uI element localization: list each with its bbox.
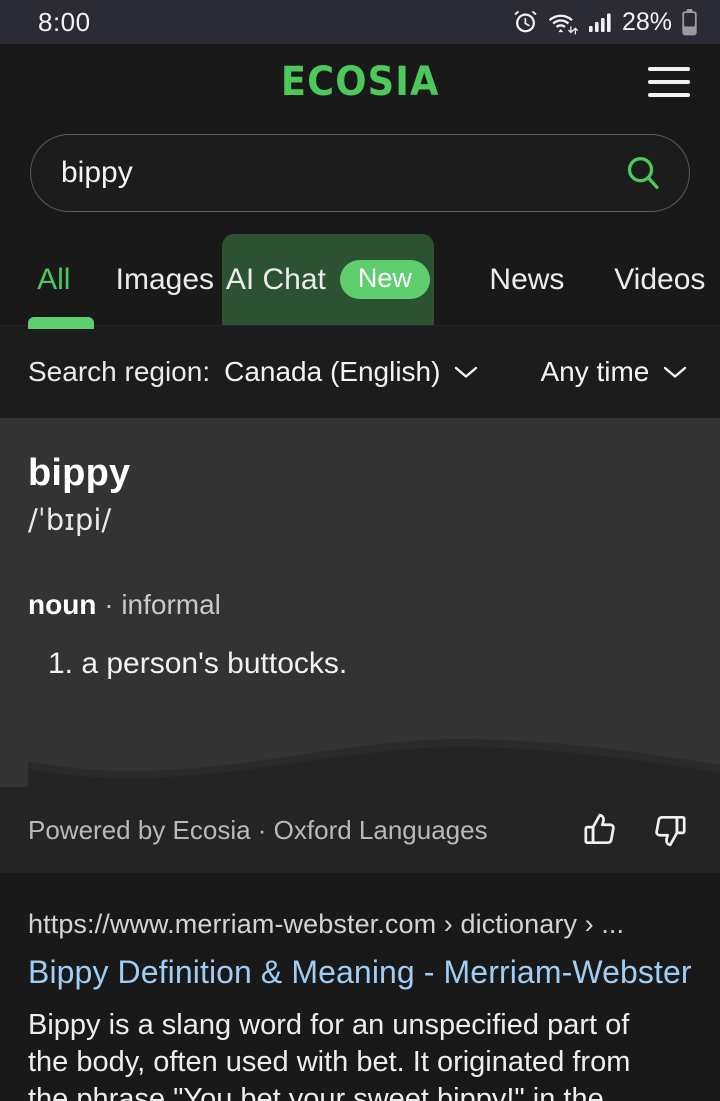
status-indicators: 28%: [512, 8, 698, 37]
dictionary-card: bippy /ˈbɪpi/ noun · informal 1. a perso…: [0, 418, 720, 873]
alarm-clock-icon: [512, 9, 539, 36]
tab-images[interactable]: Images: [108, 234, 223, 325]
dictionary-card-footer: Powered by Ecosia · Oxford Languages: [0, 787, 720, 873]
chevron-down-icon: [663, 365, 687, 379]
thumbs-up-icon[interactable]: [582, 811, 620, 849]
dictionary-phonetic: /ˈbɪpi/: [28, 503, 112, 537]
wave-divider: [28, 738, 720, 787]
status-clock: 8:00: [38, 6, 91, 37]
site-header: ECOSIA: [0, 44, 720, 120]
hamburger-menu-icon[interactable]: [648, 67, 690, 97]
dictionary-word: bippy: [28, 452, 131, 494]
search-region-value: Canada (English): [224, 356, 441, 387]
result-snippet: Bippy is a slang word for an unspecified…: [28, 1009, 631, 1101]
tab-images-label: Images: [115, 262, 215, 296]
tab-active-indicator: [28, 317, 94, 329]
search-region-label: Search region:: [28, 356, 211, 387]
register-label: informal: [121, 589, 221, 620]
dictionary-credit: Powered by Ecosia · Oxford Languages: [28, 814, 488, 845]
status-bar: 8:00 28%: [0, 0, 720, 44]
tab-all[interactable]: All: [0, 234, 108, 329]
filter-bar: Search region: Canada (English) Any time: [0, 325, 720, 418]
time-filter-value: Any time: [540, 356, 650, 387]
wifi-icon: [548, 9, 578, 36]
search-region-dropdown[interactable]: Canada (English): [224, 356, 478, 388]
hamburger-line: [648, 80, 690, 84]
search-result[interactable]: https://www.merriam-webster.com › dictio…: [0, 873, 720, 1101]
tab-ai-chat[interactable]: AI Chat New: [222, 234, 434, 325]
hamburger-line: [648, 93, 690, 97]
result-title-link[interactable]: Bippy Definition & Meaning - Merriam-Web…: [28, 954, 692, 991]
ecosia-logo[interactable]: ECOSIA: [281, 59, 440, 105]
hamburger-line: [648, 67, 690, 71]
tab-videos[interactable]: Videos: [614, 234, 720, 325]
tab-news[interactable]: News: [470, 234, 585, 325]
new-badge: New: [339, 260, 430, 299]
tab-videos-label: Videos: [614, 262, 706, 296]
tab-all-label: All: [37, 262, 71, 296]
part-of-speech-label: noun: [28, 589, 97, 620]
dictionary-part-of-speech: noun · informal: [28, 589, 692, 621]
search-icon[interactable]: [623, 153, 663, 193]
search-input[interactable]: [61, 156, 623, 190]
tab-ai-chat-label: AI Chat: [225, 262, 326, 296]
cellular-signal-icon: [587, 10, 613, 34]
tab-news-label: News: [489, 262, 565, 296]
thumbs-down-icon[interactable]: [650, 811, 688, 849]
time-filter-dropdown[interactable]: Any time: [540, 356, 687, 388]
chevron-down-icon: [454, 365, 478, 379]
battery-icon: [681, 8, 698, 36]
feedback-controls: [582, 811, 688, 849]
search-area: [0, 120, 720, 212]
pos-separator: ·: [96, 589, 122, 620]
battery-percent: 28%: [621, 7, 672, 36]
dictionary-sense: 1. a person's buttocks.: [48, 647, 348, 680]
search-box[interactable]: [30, 134, 690, 212]
result-url: https://www.merriam-webster.com › dictio…: [28, 909, 625, 939]
search-tabs: All Images AI Chat New News Videos: [0, 234, 720, 329]
browser-page: ECOSIA All Images AI Chat: [0, 44, 720, 1101]
